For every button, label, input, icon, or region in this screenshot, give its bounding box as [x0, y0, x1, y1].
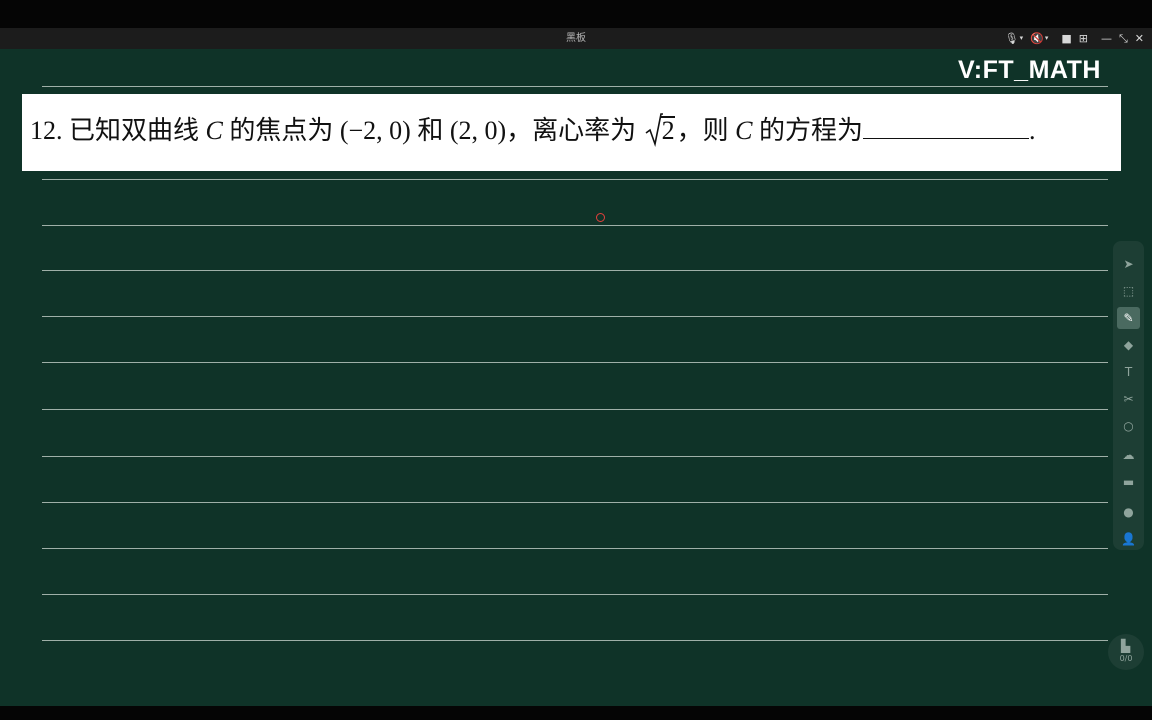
question-box: 12. 已知双曲线 C 的焦点为 (−2, 0) 和 (2, 0)，离心率为 2… — [22, 94, 1121, 171]
bottom-black-bar — [0, 706, 1152, 720]
window-controls: 🎙 ▾ 🔇 ▾ ■ ⊞ — ⤡ ✕ — [1005, 28, 1144, 49]
question-part3: ，则 — [676, 116, 736, 145]
question-part4: 的方程为 — [752, 116, 864, 145]
ruled-line — [42, 225, 1108, 226]
cursor-icon[interactable]: ➤ — [1117, 253, 1140, 275]
sqrt-radicand: 2 — [661, 116, 675, 145]
drawing-toolbar: ➤ ⬚ ✎ ◆ T ✂ ○ ☁ ▬ ● 👤 — [1113, 241, 1144, 550]
box-select-icon[interactable]: ⬚ — [1117, 280, 1140, 302]
blackboard-canvas[interactable]: V:FT_MATH 12. 已知双曲线 C 的焦点为 (−2, 0) 和 (2,… — [0, 49, 1152, 706]
ruled-line — [42, 456, 1108, 457]
ruled-line — [42, 502, 1108, 503]
radical-sign-icon — [645, 113, 663, 147]
shape-icon[interactable]: ○ — [1117, 415, 1140, 437]
question-part1: 12. 已知双曲线 — [30, 116, 206, 145]
window-title: 黑板 — [566, 33, 586, 44]
grid-icon[interactable]: ⊞ — [1079, 28, 1088, 49]
briefcase-icon[interactable]: ▬ — [1117, 471, 1140, 493]
question-end: . — [1029, 116, 1036, 145]
restore-icon[interactable]: ⤡ — [1119, 28, 1128, 49]
cloud-icon[interactable]: ☁ — [1117, 444, 1140, 466]
variable-c: C — [735, 116, 753, 145]
scissors-icon[interactable]: ✂ — [1117, 388, 1140, 410]
ruled-line — [42, 179, 1108, 180]
minimize-icon[interactable]: — — [1101, 28, 1112, 49]
title-bar: 黑板 🎙 ▾ 🔇 ▾ ■ ⊞ — ⤡ ✕ — [0, 28, 1152, 49]
pen-icon[interactable]: ✎ — [1117, 307, 1140, 329]
variable-c: C — [205, 116, 223, 145]
laser-pointer-cursor — [596, 213, 605, 222]
sqrt-expression: 2 — [645, 113, 675, 147]
page-indicator-button[interactable]: ▙ 0/0 — [1108, 634, 1144, 670]
ruled-line — [42, 362, 1108, 363]
page-icon: ▙ — [1121, 639, 1131, 653]
microphone-icon[interactable]: 🎙 ▾ — [1005, 28, 1023, 49]
ruled-line — [42, 594, 1108, 595]
speaker-icon[interactable]: 🔇 ▾ — [1030, 28, 1048, 49]
close-icon[interactable]: ✕ — [1135, 28, 1144, 49]
text-icon[interactable]: T — [1117, 361, 1140, 383]
ruled-line — [42, 316, 1108, 317]
ruled-line — [42, 270, 1108, 271]
answer-blank — [863, 116, 1030, 139]
watermark: V:FT_MATH — [958, 56, 1101, 84]
ruled-line — [42, 548, 1108, 549]
question-part2: 的焦点为 (−2, 0) 和 (2, 0)，离心率为 — [222, 116, 643, 145]
video-icon[interactable]: ■ — [1061, 28, 1071, 49]
question-text: 12. 已知双曲线 C 的焦点为 (−2, 0) 和 (2, 0)，离心率为 2… — [30, 110, 1036, 147]
page-indicator: 0/0 — [1119, 654, 1133, 663]
ruled-line — [42, 86, 1108, 87]
ruled-line — [42, 640, 1108, 641]
eraser-icon[interactable]: ◆ — [1117, 334, 1140, 356]
camera-icon[interactable]: ● — [1117, 501, 1140, 523]
ruled-line — [42, 409, 1108, 410]
top-black-bar — [0, 0, 1152, 28]
users-icon[interactable]: 👤 — [1117, 528, 1140, 550]
